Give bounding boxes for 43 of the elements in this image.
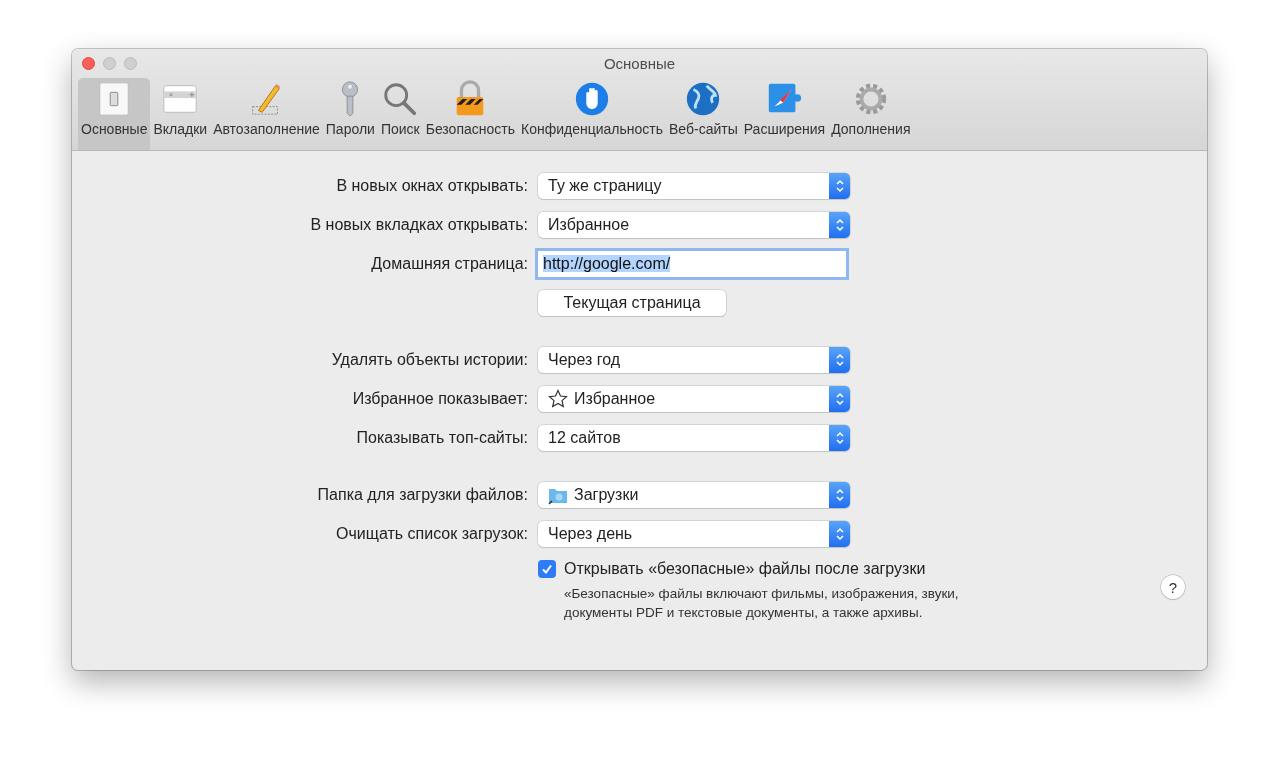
popup-menu[interactable]: Через день xyxy=(538,521,850,547)
window-title: Основные xyxy=(603,55,676,72)
setting-label: Избранное показывает: xyxy=(352,390,528,407)
checkbox-description: «Безопасные» файлы включают фильмы, изображения, звуки, документы PDF и текстовые документы, а также архивы. xyxy=(564,585,960,622)
toolbar-tab[interactable]: Дополнения xyxy=(828,78,914,150)
toolbar-tab[interactable]: Пароли xyxy=(322,78,378,150)
popup-menu[interactable]: Ту же страницу xyxy=(538,173,850,199)
hand-icon xyxy=(573,80,611,118)
setting-label: В новых вкладках открывать: xyxy=(310,216,528,233)
toolbar-tab[interactable]: Конфиденциальность xyxy=(518,78,666,150)
close-button[interactable] xyxy=(82,57,95,70)
help-button[interactable]: ? xyxy=(1161,575,1185,599)
toolbar-tab[interactable]: Поиск xyxy=(377,78,423,150)
stepper-arrows-icon xyxy=(829,425,850,451)
setting-label: В новых окнах открывать: xyxy=(336,177,528,194)
popup-menu[interactable]: Загрузки xyxy=(538,482,850,508)
toolbar-tab[interactable]: Безопасность xyxy=(422,78,518,150)
stepper-arrows-icon xyxy=(829,347,850,373)
toolbar-tab[interactable]: Вкладки xyxy=(150,78,211,150)
popup-menu[interactable]: Через год xyxy=(538,347,850,373)
setting-label: Папка для загрузки файлов: xyxy=(317,486,528,503)
popup-menu[interactable]: Избранное xyxy=(538,212,850,238)
toolbar-tab[interactable]: Веб-сайты xyxy=(666,78,741,150)
toolbar-tab[interactable]: Автозаполнение xyxy=(210,78,323,150)
popup-menu[interactable]: Избранное xyxy=(538,386,850,412)
checkbox[interactable] xyxy=(538,560,556,578)
stepper-arrows-icon xyxy=(829,212,850,238)
stepper-arrows-icon xyxy=(829,386,850,412)
setting-label: Очищать список загрузок: xyxy=(336,525,528,542)
stepper-arrows-icon xyxy=(829,482,850,508)
toolbar-tab[interactable]: Основные xyxy=(78,78,151,150)
star-icon xyxy=(548,389,568,409)
homepage-field[interactable]: http://google.com/ xyxy=(538,251,846,277)
stepper-arrows-icon xyxy=(829,521,850,547)
current-page-button[interactable]: Текущая страница xyxy=(538,290,726,316)
setting-label: Домашняя страница: xyxy=(371,255,528,272)
setting-label: Показывать топ-сайты: xyxy=(356,429,528,446)
popup-menu[interactable]: 12 сайтов xyxy=(538,425,850,451)
checkmark-icon xyxy=(540,562,554,576)
setting-label: Удалять объекты истории: xyxy=(331,351,528,368)
checkbox-label[interactable]: Открывать «безопасные» файлы после загрузки xyxy=(564,560,926,578)
toolbar-tab[interactable]: Расширения xyxy=(740,78,829,150)
stepper-arrows-icon xyxy=(829,173,850,199)
